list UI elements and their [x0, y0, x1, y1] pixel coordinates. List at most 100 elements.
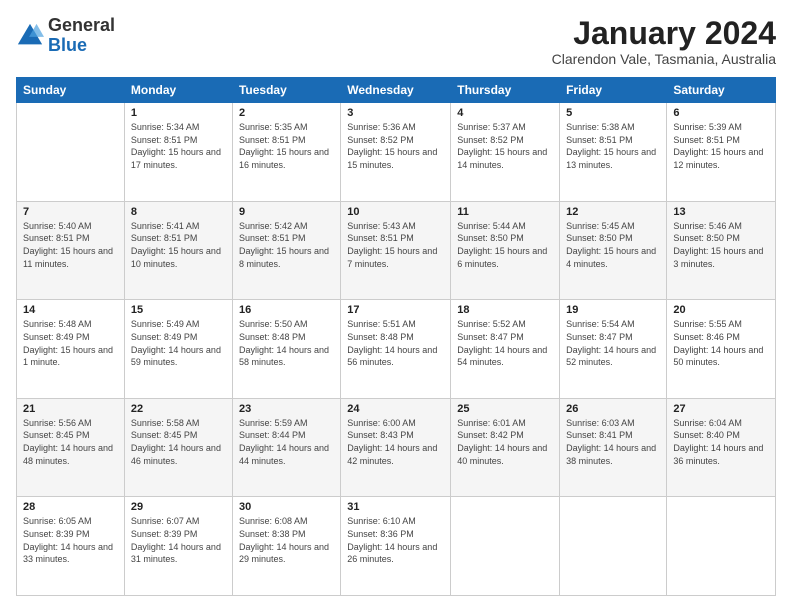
- day-info: Sunrise: 5:40 AMSunset: 8:51 PMDaylight:…: [23, 220, 118, 270]
- day-info: Sunrise: 5:51 AMSunset: 8:48 PMDaylight:…: [347, 318, 444, 368]
- day-number: 2: [239, 107, 334, 119]
- week-row-3: 21 Sunrise: 5:56 AMSunset: 8:45 PMDayligh…: [17, 398, 776, 497]
- day-info: Sunrise: 5:55 AMSunset: 8:46 PMDaylight:…: [673, 318, 769, 368]
- day-number: 6: [673, 107, 769, 119]
- day-number: 16: [239, 304, 334, 316]
- day-number: 12: [566, 206, 660, 218]
- calendar-cell: 30 Sunrise: 6:08 AMSunset: 8:38 PMDayligh…: [232, 497, 340, 596]
- page: General Blue January 2024 Clarendon Vale…: [0, 0, 792, 612]
- calendar-cell: 21 Sunrise: 5:56 AMSunset: 8:45 PMDayligh…: [17, 398, 125, 497]
- calendar-cell: 4 Sunrise: 5:37 AMSunset: 8:52 PMDaylight…: [451, 103, 560, 202]
- weekday-monday: Monday: [124, 78, 232, 103]
- calendar-cell: 12 Sunrise: 5:45 AMSunset: 8:50 PMDayligh…: [560, 201, 667, 300]
- day-info: Sunrise: 5:34 AMSunset: 8:51 PMDaylight:…: [131, 121, 226, 171]
- day-info: Sunrise: 5:41 AMSunset: 8:51 PMDaylight:…: [131, 220, 226, 270]
- calendar-cell: 16Sunrise: 5:50 AMSunset: 8:48 PMDayligh…: [232, 300, 340, 399]
- day-number: 14: [23, 304, 118, 316]
- calendar-cell: 10Sunrise: 5:43 AMSunset: 8:51 PMDayligh…: [341, 201, 451, 300]
- day-info: Sunrise: 5:59 AMSunset: 8:44 PMDaylight:…: [239, 417, 334, 467]
- day-info: Sunrise: 6:04 AMSunset: 8:40 PMDaylight:…: [673, 417, 769, 467]
- day-number: 7: [23, 206, 118, 218]
- day-info: Sunrise: 5:52 AMSunset: 8:47 PMDaylight:…: [457, 318, 553, 368]
- day-number: 18: [457, 304, 553, 316]
- day-number: 1: [131, 107, 226, 119]
- logo-blue-text: Blue: [48, 35, 87, 55]
- day-number: 30: [239, 501, 334, 513]
- calendar-cell: 28 Sunrise: 6:05 AMSunset: 8:39 PMDayligh…: [17, 497, 125, 596]
- calendar-cell: [667, 497, 776, 596]
- calendar-cell: 14 Sunrise: 5:48 AMSunset: 8:49 PMDayligh…: [17, 300, 125, 399]
- weekday-thursday: Thursday: [451, 78, 560, 103]
- weekday-saturday: Saturday: [667, 78, 776, 103]
- calendar-cell: 7 Sunrise: 5:40 AMSunset: 8:51 PMDaylight…: [17, 201, 125, 300]
- calendar-cell: 19Sunrise: 5:54 AMSunset: 8:47 PMDayligh…: [560, 300, 667, 399]
- day-number: 21: [23, 403, 118, 415]
- day-info: Sunrise: 5:49 AMSunset: 8:49 PMDaylight:…: [131, 318, 226, 368]
- calendar-cell: 25Sunrise: 6:01 AMSunset: 8:42 PMDayligh…: [451, 398, 560, 497]
- calendar-cell: 2 Sunrise: 5:35 AMSunset: 8:51 PMDaylight…: [232, 103, 340, 202]
- day-number: 10: [347, 206, 444, 218]
- calendar-cell: 22Sunrise: 5:58 AMSunset: 8:45 PMDayligh…: [124, 398, 232, 497]
- day-number: 27: [673, 403, 769, 415]
- day-info: Sunrise: 6:07 AMSunset: 8:39 PMDaylight:…: [131, 515, 226, 565]
- calendar-cell: 31 Sunrise: 6:10 AMSunset: 8:36 PMDayligh…: [341, 497, 451, 596]
- day-number: 29: [131, 501, 226, 513]
- day-number: 8: [131, 206, 226, 218]
- day-info: Sunrise: 5:56 AMSunset: 8:45 PMDaylight:…: [23, 417, 118, 467]
- day-number: 17: [347, 304, 444, 316]
- calendar-cell: [560, 497, 667, 596]
- day-info: Sunrise: 5:46 AMSunset: 8:50 PMDaylight:…: [673, 220, 769, 270]
- day-info: Sunrise: 5:54 AMSunset: 8:47 PMDaylight:…: [566, 318, 660, 368]
- weekday-tuesday: Tuesday: [232, 78, 340, 103]
- calendar-cell: 6 Sunrise: 5:39 AMSunset: 8:51 PMDaylight…: [667, 103, 776, 202]
- calendar-cell: 3Sunrise: 5:36 AMSunset: 8:52 PMDaylight…: [341, 103, 451, 202]
- day-number: 4: [457, 107, 553, 119]
- day-info: Sunrise: 6:05 AMSunset: 8:39 PMDaylight:…: [23, 515, 118, 565]
- calendar-cell: [17, 103, 125, 202]
- logo-general-text: General: [48, 15, 115, 35]
- day-info: Sunrise: 6:10 AMSunset: 8:36 PMDaylight:…: [347, 515, 444, 565]
- day-info: Sunrise: 5:37 AMSunset: 8:52 PMDaylight:…: [457, 121, 553, 171]
- calendar-cell: 27 Sunrise: 6:04 AMSunset: 8:40 PMDayligh…: [667, 398, 776, 497]
- calendar-cell: 17 Sunrise: 5:51 AMSunset: 8:48 PMDayligh…: [341, 300, 451, 399]
- logo-icon: [16, 22, 44, 50]
- day-info: Sunrise: 5:38 AMSunset: 8:51 PMDaylight:…: [566, 121, 660, 171]
- calendar-cell: 24Sunrise: 6:00 AMSunset: 8:43 PMDayligh…: [341, 398, 451, 497]
- location-text: Clarendon Vale, Tasmania, Australia: [552, 51, 776, 67]
- day-number: 28: [23, 501, 118, 513]
- week-row-4: 28 Sunrise: 6:05 AMSunset: 8:39 PMDayligh…: [17, 497, 776, 596]
- calendar-table: SundayMondayTuesdayWednesdayThursdayFrid…: [16, 77, 776, 596]
- day-number: 23: [239, 403, 334, 415]
- weekday-sunday: Sunday: [17, 78, 125, 103]
- day-info: Sunrise: 5:35 AMSunset: 8:51 PMDaylight:…: [239, 121, 334, 171]
- calendar-cell: 11 Sunrise: 5:44 AMSunset: 8:50 PMDayligh…: [451, 201, 560, 300]
- weekday-header-row: SundayMondayTuesdayWednesdayThursdayFrid…: [17, 78, 776, 103]
- week-row-2: 14 Sunrise: 5:48 AMSunset: 8:49 PMDayligh…: [17, 300, 776, 399]
- calendar-cell: 5 Sunrise: 5:38 AMSunset: 8:51 PMDaylight…: [560, 103, 667, 202]
- day-info: Sunrise: 6:03 AMSunset: 8:41 PMDaylight:…: [566, 417, 660, 467]
- day-number: 11: [457, 206, 553, 218]
- day-info: Sunrise: 5:44 AMSunset: 8:50 PMDaylight:…: [457, 220, 553, 270]
- calendar-cell: [451, 497, 560, 596]
- day-info: Sunrise: 6:08 AMSunset: 8:38 PMDaylight:…: [239, 515, 334, 565]
- weekday-friday: Friday: [560, 78, 667, 103]
- logo: General Blue: [16, 16, 115, 56]
- day-number: 31: [347, 501, 444, 513]
- calendar-cell: 1 Sunrise: 5:34 AMSunset: 8:51 PMDaylight…: [124, 103, 232, 202]
- day-number: 5: [566, 107, 660, 119]
- day-info: Sunrise: 5:48 AMSunset: 8:49 PMDaylight:…: [23, 318, 118, 368]
- weekday-wednesday: Wednesday: [341, 78, 451, 103]
- calendar-cell: 8 Sunrise: 5:41 AMSunset: 8:51 PMDaylight…: [124, 201, 232, 300]
- title-block: January 2024 Clarendon Vale, Tasmania, A…: [552, 16, 776, 67]
- calendar-cell: 20 Sunrise: 5:55 AMSunset: 8:46 PMDayligh…: [667, 300, 776, 399]
- week-row-1: 7 Sunrise: 5:40 AMSunset: 8:51 PMDaylight…: [17, 201, 776, 300]
- day-info: Sunrise: 5:39 AMSunset: 8:51 PMDaylight:…: [673, 121, 769, 171]
- header: General Blue January 2024 Clarendon Vale…: [16, 16, 776, 67]
- calendar-cell: 13Sunrise: 5:46 AMSunset: 8:50 PMDayligh…: [667, 201, 776, 300]
- calendar-cell: 29 Sunrise: 6:07 AMSunset: 8:39 PMDayligh…: [124, 497, 232, 596]
- day-info: Sunrise: 5:45 AMSunset: 8:50 PMDaylight:…: [566, 220, 660, 270]
- calendar-cell: 23 Sunrise: 5:59 AMSunset: 8:44 PMDayligh…: [232, 398, 340, 497]
- day-number: 20: [673, 304, 769, 316]
- day-number: 22: [131, 403, 226, 415]
- month-title: January 2024: [552, 16, 776, 51]
